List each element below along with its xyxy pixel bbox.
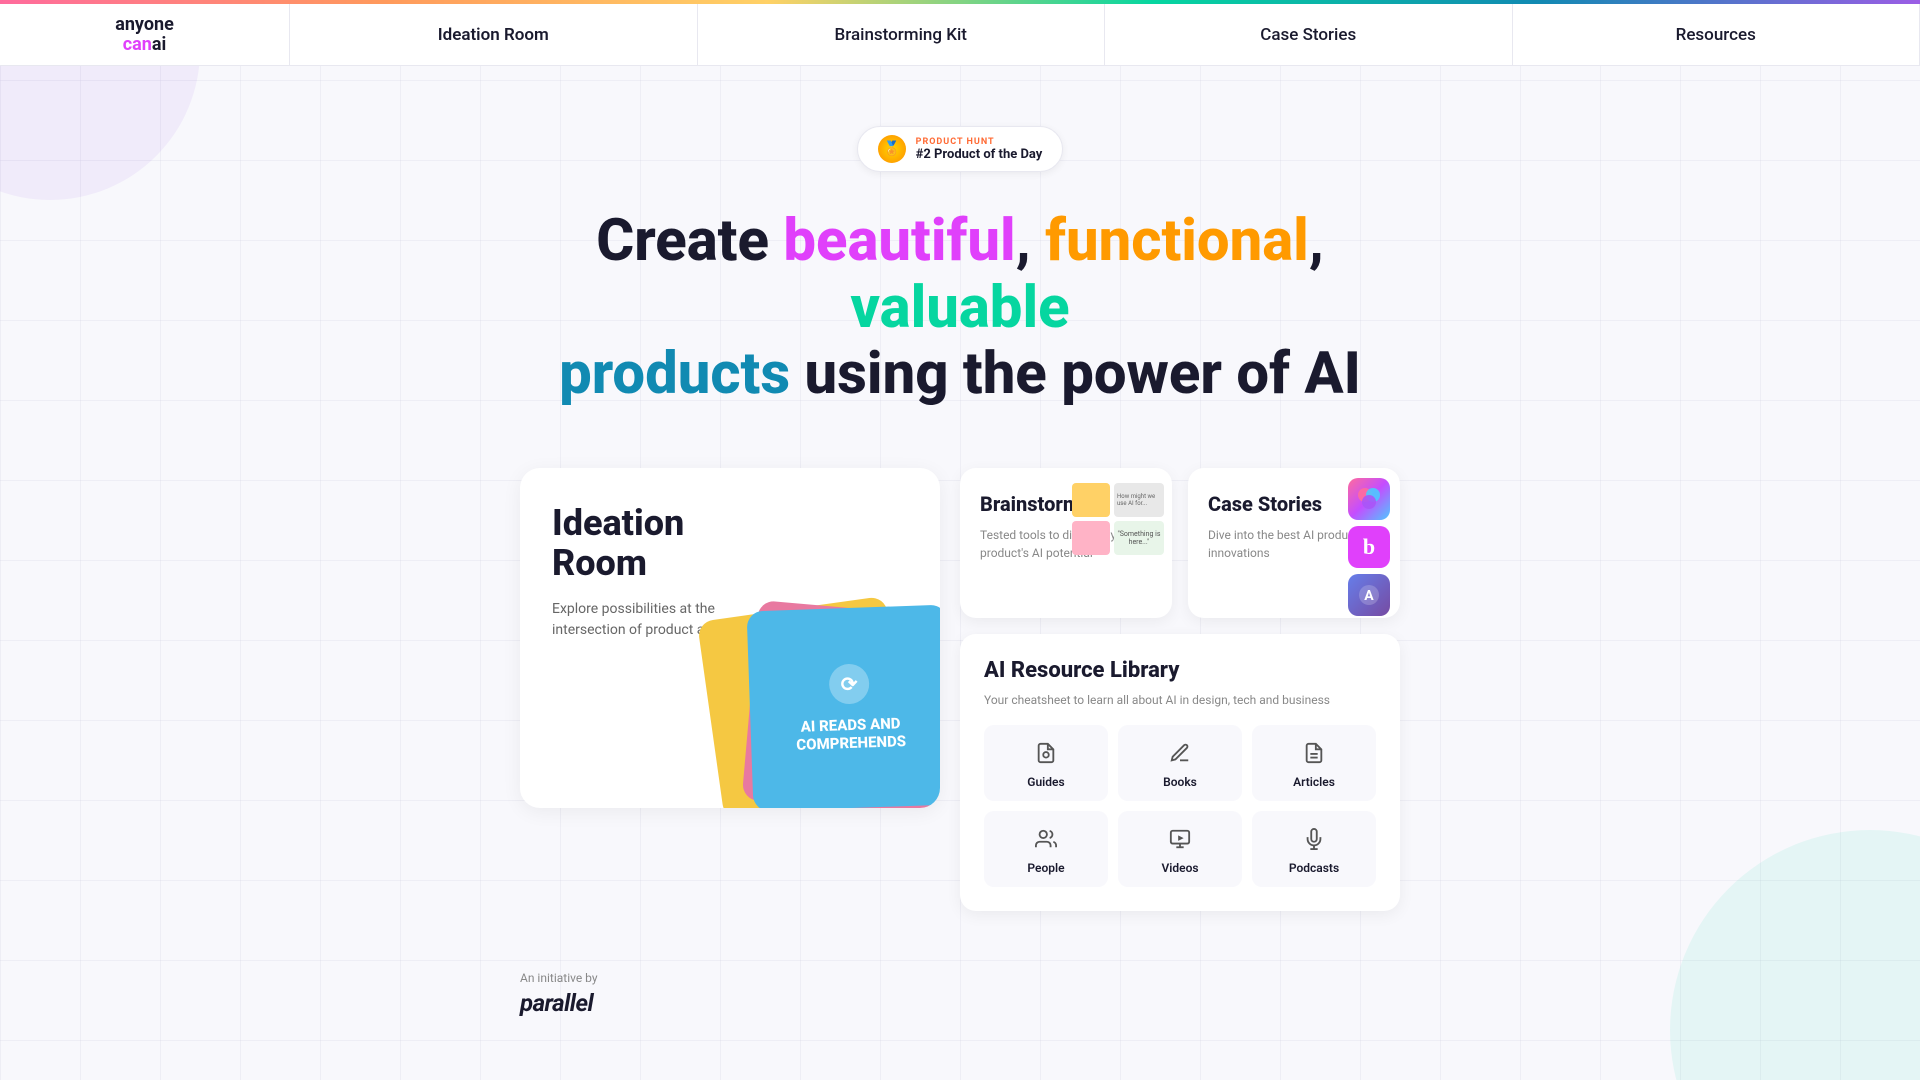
sticky-yellow (1072, 483, 1110, 517)
hero-comma1: , (1016, 207, 1045, 275)
sticky-notes: How might we use AI for... "Something is… (1072, 483, 1162, 555)
navigation: anyone canai Ideation Room Brainstorming… (0, 4, 1920, 66)
card-resource-library[interactable]: AI Resource Library Your cheatsheet to l… (960, 634, 1400, 911)
app-icons: b A (1348, 478, 1390, 616)
sticky-pink (1072, 521, 1110, 555)
resource-item-books[interactable]: Books (1118, 725, 1242, 801)
books-label: Books (1163, 775, 1197, 789)
articles-label: Articles (1293, 775, 1335, 789)
people-label: People (1027, 861, 1064, 875)
podcasts-icon (1298, 823, 1330, 855)
hero-comma2: , (1309, 207, 1324, 275)
nav-items: Ideation Room Brainstorming Kit Case Sto… (290, 4, 1920, 65)
app-icon-3: A (1348, 574, 1390, 616)
resource-item-articles[interactable]: Articles (1252, 725, 1376, 801)
card-ideation-room[interactable]: Ideation Room Explore possibilities at t… (520, 468, 940, 808)
parallel-logo: parallel (520, 989, 1400, 1017)
ai-icon: ⟳ (828, 663, 869, 704)
app-icon-2: b (1348, 526, 1390, 568)
resource-description: Your cheatsheet to learn all about AI in… (984, 691, 1376, 709)
rainbow-bar (0, 0, 1920, 4)
hero-heading: Create beautiful, functional, valuable p… (510, 208, 1410, 408)
hero-suffix: using the power of AI (790, 340, 1361, 408)
top-row: Brainstorming Kit Tested tools to discov… (960, 468, 1400, 618)
badge-text: #2 Product of the Day (916, 147, 1043, 162)
product-hunt-badge[interactable]: 🏅 PRODUCT HUNT #2 Product of the Day (857, 126, 1064, 172)
articles-icon (1298, 737, 1330, 769)
sticky-green: "Something is here..." (1114, 521, 1164, 555)
footer: An initiative by parallel (520, 971, 1400, 1057)
initiative-label: An initiative by (520, 971, 1400, 985)
badge-content: PRODUCT HUNT #2 Product of the Day (916, 137, 1043, 162)
stacked-card-blue: ⟳ AI READS AND COMPREHENDS (747, 605, 940, 808)
cards-grid: Ideation Room Explore possibilities at t… (520, 468, 1400, 911)
resource-title: AI Resource Library (984, 658, 1376, 683)
guides-label: Guides (1027, 775, 1064, 789)
hero-valuable: valuable (850, 274, 1069, 342)
videos-icon (1164, 823, 1196, 855)
logo[interactable]: anyone canai (0, 4, 290, 65)
resource-item-podcasts[interactable]: Podcasts (1252, 811, 1376, 887)
resource-item-guides[interactable]: Guides (984, 725, 1108, 801)
badge-label: PRODUCT HUNT (916, 137, 1043, 147)
nav-item-case-stories[interactable]: Case Stories (1105, 4, 1513, 65)
card-case-stories[interactable]: Case Stories Dive into the best AI produ… (1188, 468, 1400, 618)
card-blue-label: AI READS AND COMPREHENDS (770, 713, 931, 755)
nav-item-resources[interactable]: Resources (1513, 4, 1920, 65)
books-icon (1164, 737, 1196, 769)
card-stack: ⟳ AI READS AND COMPREHENDS (640, 568, 940, 808)
logo-text: anyone canai (115, 15, 174, 55)
hero-beautiful: beautiful (783, 207, 1015, 275)
resource-grid: Guides Books (984, 725, 1376, 887)
medal-icon: 🏅 (878, 135, 906, 163)
nav-item-ideation-room[interactable]: Ideation Room (290, 4, 698, 65)
hero-functional: functional (1045, 207, 1309, 275)
nav-item-brainstorming-kit[interactable]: Brainstorming Kit (698, 4, 1106, 65)
resource-item-videos[interactable]: Videos (1118, 811, 1242, 887)
main-content: 🏅 PRODUCT HUNT #2 Product of the Day Cre… (0, 66, 1920, 1057)
card-blue-content: ⟳ AI READS AND COMPREHENDS (748, 641, 940, 776)
svg-text:A: A (1364, 588, 1374, 604)
app-icon-1 (1348, 478, 1390, 520)
resource-item-people[interactable]: People (984, 811, 1108, 887)
guides-icon (1030, 737, 1062, 769)
right-column: Brainstorming Kit Tested tools to discov… (960, 468, 1400, 911)
hero-products: products (559, 340, 790, 408)
hero-prefix: Create (596, 207, 783, 275)
sticky-text: How might we use AI for... (1114, 483, 1164, 517)
videos-label: Videos (1161, 861, 1198, 875)
ideation-visual: ⟳ AI READS AND COMPREHENDS (640, 568, 940, 808)
podcasts-label: Podcasts (1289, 861, 1339, 875)
card-brainstorming-kit[interactable]: Brainstorming Kit Tested tools to discov… (960, 468, 1172, 618)
people-icon (1030, 823, 1062, 855)
